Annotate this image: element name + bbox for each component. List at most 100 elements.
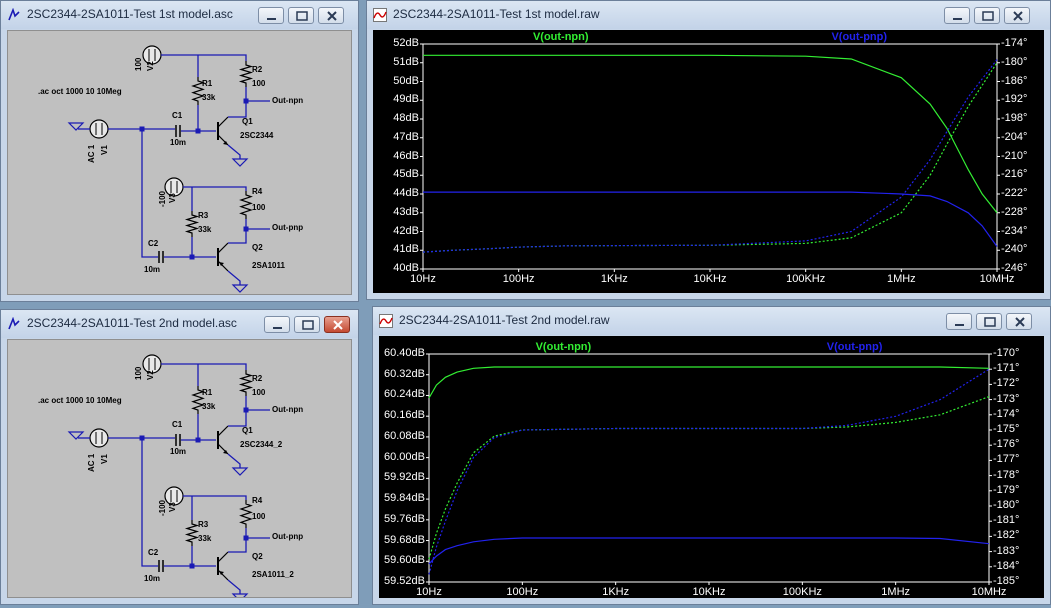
maximize-button[interactable] [976,313,1002,330]
close-icon [1015,317,1025,327]
y-tick-label: 42dB [393,224,419,237]
label-v2: V2 [146,370,155,380]
maximize-button[interactable] [288,7,314,24]
label-c1: C1 [172,111,183,120]
y-tick-label: 51dB [393,55,419,68]
transistor-q2 [217,242,229,272]
source-circle [89,428,109,448]
trace-vout-pnp-magnitude [428,537,990,565]
wire [227,144,241,159]
label-v2-val: 100 [134,366,143,380]
maximize-button[interactable] [294,316,320,333]
y2-tick-label: -240° [1001,243,1028,256]
label-r4: R4 [252,496,263,505]
trace-label-out-pnp[interactable]: V(out-pnp) [827,341,883,353]
schematic-window-1st[interactable]: 2SC2344-2SA1011-Test 1st model.asc 100 V2… [0,0,359,302]
y2-tick-label: -210° [1001,149,1028,162]
label-r2-val: 100 [252,388,266,397]
y-tick-label: 44dB [393,187,419,199]
y-tick-label: 41dB [393,243,419,256]
label-out-npn: Out-npn [272,96,304,105]
wire-out-npn [245,87,270,102]
trace-label-out-npn[interactable]: V(out-npn) [533,31,589,43]
close-button[interactable] [1006,313,1032,330]
schematic-canvas[interactable]: 100 V2 R1 33k R2 100 Out-npn Q1 2SC2344_2 C1 10m AC… [7,339,352,598]
close-button[interactable] [1004,7,1030,24]
transistor-q2 [217,551,229,581]
title-bar[interactable]: 2SC2344-2SA1011-Test 1st model.asc [1,1,358,29]
wire-out-pnp [245,219,270,230]
ltspice-schematic-icon [8,8,20,21]
y-tick-label: 59.68dB [384,533,425,546]
label-v3-val: -100 [158,190,167,207]
x-tick-label: 1MHz [886,273,916,285]
title-bar[interactable]: 2SC2344-2SA1011-Test 2nd model.raw [373,307,1050,335]
capacitor-c1 [175,125,181,137]
y2-tick-label: -216° [1001,168,1028,181]
y2-tick-label: -204° [1001,130,1028,143]
trace-vout-pnp-phase [428,368,990,575]
trace-label-out-pnp[interactable]: V(out-pnp) [831,31,887,43]
ltspice-schematic-icon [8,317,20,330]
y-tick-label: 60.08dB [384,429,425,442]
spice-directive[interactable]: .ac oct 1000 10 10Meg [38,87,122,96]
close-button[interactable] [318,7,344,24]
schematic-canvas[interactable]: 100 V2 R1 33k R2 100 Out-npn Q1 2SC2344 C1 10m AC 1… [7,30,352,295]
waveform-plot-pane[interactable]: 60.40dB 60.32dB 60.24dB 60.16dB 60.08dB 60.00… [379,336,1044,598]
minimize-button[interactable] [258,7,284,24]
schematic-svg [67,45,270,293]
spice-directive[interactable]: .ac oct 1000 10 10Meg [38,396,122,405]
label-r3-val: 33k [198,534,212,543]
y-tick-label: 46dB [393,149,419,162]
y-tick-label: 60.24dB [384,388,425,401]
label-c1-val: 10m [170,138,187,147]
label-q2: Q2 [252,552,263,561]
wire [228,229,247,244]
resistor-r2 [238,61,254,87]
y-tick-label: 45dB [393,168,419,181]
x-tick-label: 10KHz [693,273,727,285]
label-r1-val: 33k [202,402,216,411]
close-button[interactable] [324,316,350,333]
minimize-icon [267,18,276,20]
label-v2: V2 [146,61,155,71]
y2-tick-label: -192° [1001,93,1028,106]
y-tick-label: 59.92dB [384,471,425,484]
label-r1: R1 [202,388,213,397]
emitter-arrow [223,450,228,454]
trace-label-out-npn[interactable]: V(out-npn) [536,341,592,353]
y2-tick-label: -174° [993,407,1020,420]
label-out-npn: Out-npn [272,405,304,414]
waveform-viewer-icon [379,314,393,328]
label-q1: Q1 [242,426,253,435]
y2-tick-label: -170° [993,347,1020,359]
x-tick-label: 100Hz [506,586,539,598]
label-r3-val: 33k [198,225,212,234]
label-r3: R3 [198,211,209,220]
waveform-plot-pane[interactable]: 52dB 51dB 50dB 49dB 48dB 47dB 46dB 45dB 44dB 43dB… [373,30,1044,293]
y-tick-label: 60.16dB [384,409,425,422]
label-r4-val: 100 [252,512,266,521]
waveform-window-1st[interactable]: 2SC2344-2SA1011-Test 1st model.raw 52dB 5… [366,0,1051,300]
waveform-window-2nd[interactable]: 2SC2344-2SA1011-Test 2nd model.raw 60.40… [372,306,1051,605]
minimize-button[interactable] [946,313,972,330]
plot-svg [420,43,1000,272]
wire [227,453,241,468]
schematic-window-2nd[interactable]: 2SC2344-2SA1011-Test 2nd model.asc 100 V2… [0,309,359,605]
trace-vout-pnp-phase [422,59,998,253]
wire-out-npn [245,396,270,411]
y2-tick-label: -180° [993,499,1020,511]
label-out-pnp: Out-pnp [272,532,304,541]
title-bar[interactable]: 2SC2344-2SA1011-Test 2nd model.asc [1,310,358,338]
x-tick-label: 1MHz [881,586,911,598]
y2-tick-label: -198° [1001,112,1028,124]
emitter-arrow [223,141,228,145]
title-bar[interactable]: 2SC2344-2SA1011-Test 1st model.raw [367,1,1050,29]
label-q2-model: 2SA1011_2 [252,570,294,579]
y2-tick-label: -181° [993,514,1020,527]
close-icon [327,11,337,21]
maximize-button[interactable] [974,7,1000,24]
minimize-button[interactable] [944,7,970,24]
label-r4: R4 [252,187,263,196]
minimize-button[interactable] [264,316,290,333]
